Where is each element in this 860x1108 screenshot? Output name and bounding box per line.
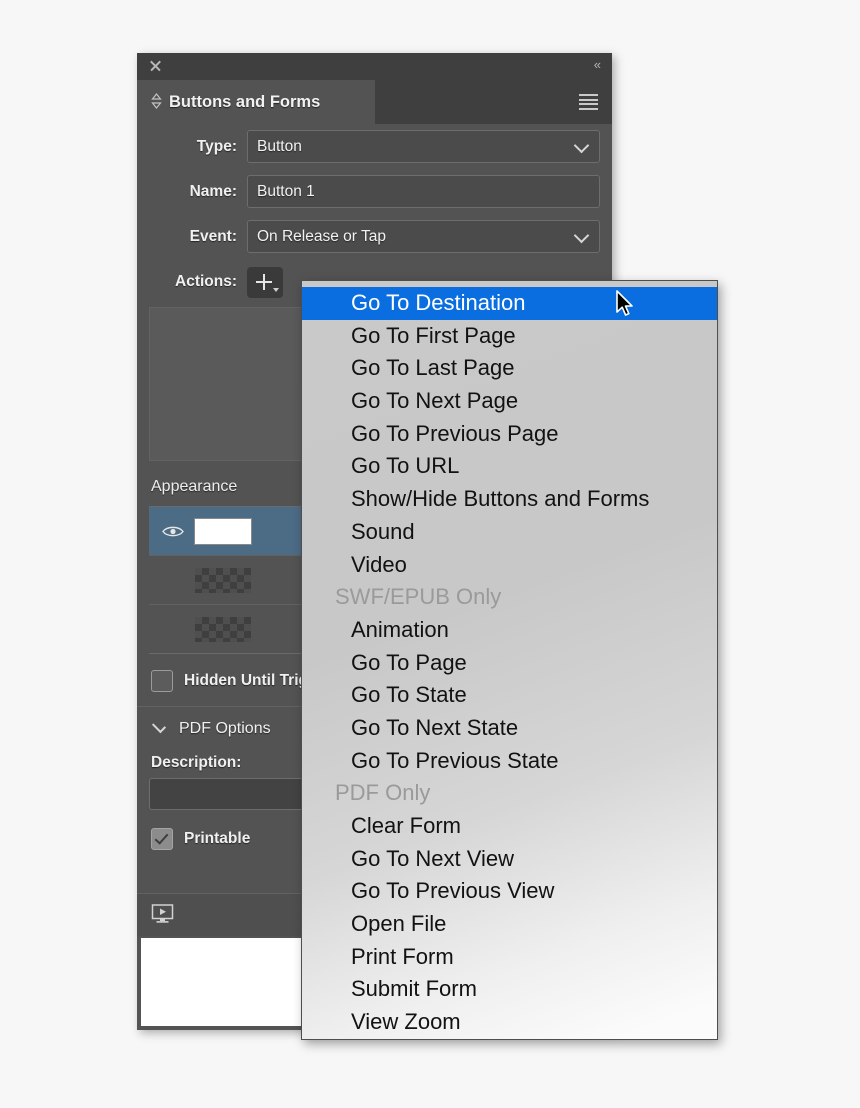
menu-group-header: PDF Only <box>335 780 431 806</box>
menu-item[interactable]: Go To Next State <box>302 712 717 745</box>
preview-monitor-icon[interactable] <box>151 904 174 924</box>
menu-item[interactable]: Go To URL <box>302 450 717 483</box>
event-select[interactable]: On Release or Tap <box>247 220 600 253</box>
appearance-swatch-rollover[interactable] <box>195 567 251 593</box>
close-icon[interactable] <box>148 58 164 74</box>
name-value: Button 1 <box>257 182 315 200</box>
tab-buttons-and-forms[interactable]: Buttons and Forms <box>137 80 375 124</box>
menu-item[interactable]: Go To Destination <box>302 287 717 320</box>
menu-item[interactable]: Go To Page <box>302 647 717 680</box>
chevron-down-icon <box>151 719 167 734</box>
label-name: Name: <box>189 182 237 200</box>
event-value: On Release or Tap <box>257 227 386 245</box>
printable-label: Printable <box>184 830 251 847</box>
menu-item[interactable]: Animation <box>302 614 717 647</box>
menu-item[interactable]: Print Form <box>302 941 717 974</box>
appearance-swatch-normal[interactable] <box>195 518 251 544</box>
menu-item[interactable]: Sound <box>302 516 717 549</box>
menu-item[interactable]: Video <box>302 549 717 582</box>
eye-icon[interactable] <box>159 525 187 538</box>
chevron-down-icon <box>573 227 590 243</box>
label-actions: Actions: <box>175 273 237 290</box>
field-row-event: Event: On Release or Tap <box>137 214 612 259</box>
panel-titlebar: « <box>137 53 612 80</box>
chevron-down-icon <box>573 137 590 153</box>
menu-item[interactable]: Clear Form <box>302 810 717 843</box>
menu-item[interactable]: Go To Next View <box>302 843 717 876</box>
label-event: Event: <box>189 227 237 245</box>
menu-item[interactable]: Go To Previous Page <box>302 418 717 451</box>
menu-item[interactable]: Go To Last Page <box>302 352 717 385</box>
name-input[interactable]: Button 1 <box>247 175 600 208</box>
tab-label: Buttons and Forms <box>169 92 321 111</box>
action-dropdown-menu[interactable]: Go To Destination Go To First Page Go To L… <box>301 280 718 1040</box>
field-row-name: Name: Button 1 <box>137 169 612 214</box>
sort-chevrons-icon <box>151 93 162 111</box>
menu-item[interactable]: Go To Previous State <box>302 745 717 778</box>
menu-item[interactable]: Submit Form <box>302 973 717 1006</box>
menu-item[interactable]: Open File <box>302 908 717 941</box>
menu-item[interactable]: Go To First Page <box>302 320 717 353</box>
field-row-type: Type: Button <box>137 124 612 169</box>
printable-checkbox[interactable] <box>151 828 173 850</box>
menu-item[interactable]: View Zoom <box>302 1006 717 1039</box>
hidden-until-triggered-checkbox[interactable] <box>151 670 173 692</box>
menu-item[interactable]: Go To Next Page <box>302 385 717 418</box>
type-value: Button <box>257 137 302 155</box>
menu-group-header: SWF/EPUB Only <box>335 584 502 610</box>
panel-tabstrip: Buttons and Forms <box>137 80 612 124</box>
add-action-button[interactable] <box>247 266 283 298</box>
label-type: Type: <box>196 137 237 155</box>
menu-item[interactable]: Show/Hide Buttons and Forms <box>302 483 717 516</box>
hamburger-menu-icon[interactable] <box>579 94 598 110</box>
menu-item[interactable]: Go To State <box>302 679 717 712</box>
type-select[interactable]: Button <box>247 130 600 163</box>
collapse-panel-icon[interactable]: « <box>594 57 601 73</box>
appearance-swatch-click[interactable] <box>195 616 251 642</box>
caret-down-icon <box>273 287 279 292</box>
menu-item[interactable]: Go To Previous View <box>302 875 717 908</box>
pdf-options-label: PDF Options <box>179 720 271 737</box>
